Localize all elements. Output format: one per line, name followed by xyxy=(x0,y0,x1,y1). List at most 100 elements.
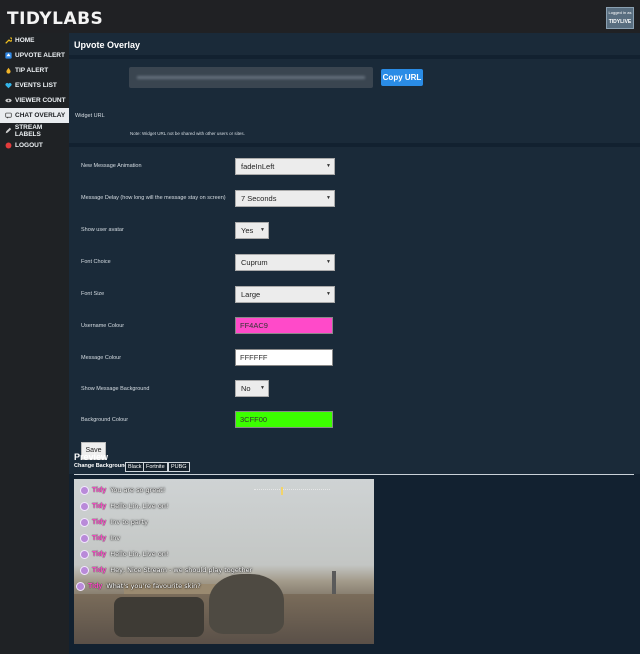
sidebar-item-label: CHAT OVERLAY xyxy=(15,112,66,119)
show-bg-select[interactable]: No ▼ xyxy=(235,380,269,397)
size-select[interactable]: Large ▼ xyxy=(235,286,335,303)
app-logo[interactable]: TIDYLABS xyxy=(7,9,103,29)
coin-icon xyxy=(6,67,11,74)
chat-message: Tidy Inv xyxy=(80,532,120,544)
pencil-icon xyxy=(5,127,12,134)
username-colour-label: Username Colour xyxy=(81,323,125,329)
avatar-select[interactable]: Yes ▼ xyxy=(235,222,269,239)
wrench-icon xyxy=(5,37,12,44)
message-colour-label: Message Colour xyxy=(81,355,122,361)
delay-label: Message Delay (how long will the message… xyxy=(81,195,226,201)
chat-message: Tidy Hey, Nice Stream - we should play t… xyxy=(80,564,252,576)
size-value: Large xyxy=(241,290,261,299)
avatar-label: Show user avatar xyxy=(81,227,124,233)
preview-title: Preview xyxy=(74,452,109,462)
sidebar-item-label: TIP ALERT xyxy=(15,67,49,74)
chat-username: Tidy xyxy=(92,486,107,494)
message-colour-input[interactable]: FFFFFF xyxy=(235,349,333,366)
chat-text: Inv to party xyxy=(110,518,148,526)
avatar xyxy=(80,549,89,559)
chat-message: Tidy You are so great! xyxy=(80,484,165,496)
animation-value: fadeInLeft xyxy=(241,162,275,171)
page-header: Upvote Overlay xyxy=(69,33,640,55)
chat-text: Inv xyxy=(110,534,121,542)
sidebar-item-label: HOME xyxy=(15,37,35,44)
chevron-down-icon: ▼ xyxy=(326,291,331,297)
chevron-down-icon: ▼ xyxy=(326,163,331,169)
upvote-icon xyxy=(5,52,12,59)
heart-icon xyxy=(5,82,12,89)
show-bg-label: Show Message Background xyxy=(81,386,150,392)
avatar xyxy=(80,565,89,575)
blurred-url xyxy=(137,76,365,79)
chevron-down-icon: ▼ xyxy=(326,259,331,265)
chat-username: Tidy xyxy=(92,502,107,510)
delay-value: 7 Seconds xyxy=(241,194,277,203)
sidebar-item-viewer-count[interactable]: VIEWER COUNT xyxy=(0,93,69,108)
sidebar-item-label: VIEWER COUNT xyxy=(15,97,66,104)
copy-url-button[interactable]: Copy URL xyxy=(381,69,423,86)
sidebar-item-label: LOGOUT xyxy=(15,142,43,149)
avatar xyxy=(80,517,89,527)
sidebar: HOME UPVOTE ALERT TIP ALERT EVENTS LIST … xyxy=(0,33,69,654)
widget-url-note: Note: Widget URL not be shared with othe… xyxy=(130,131,245,136)
avatar xyxy=(80,485,89,495)
bg-pubg-button[interactable]: PUBG xyxy=(168,462,190,472)
game-crate xyxy=(114,597,204,637)
chat-username: Tidy xyxy=(92,566,107,574)
sidebar-item-label: STREAM LABELS xyxy=(14,123,43,138)
chat-message: Tidy Inv to party xyxy=(80,516,148,528)
sidebar-item-events-list[interactable]: EVENTS LIST xyxy=(0,78,69,93)
sidebar-item-tip-alert[interactable]: TIP ALERT xyxy=(0,63,69,78)
chat-message: Tidy Hello Lin, Live on! xyxy=(80,548,169,560)
widget-url-panel: Widget URL Copy URL Note: Widget URL not… xyxy=(69,59,640,143)
chat-username: Tidy xyxy=(88,582,103,590)
sidebar-item-home[interactable]: HOME xyxy=(0,33,69,48)
chat-text: Hello Lin, Live on! xyxy=(110,550,169,558)
sidebar-item-label: UPVOTE ALERT xyxy=(15,52,65,59)
bg-black-button[interactable]: Black xyxy=(125,462,145,472)
show-bg-value: No xyxy=(241,384,251,393)
chevron-down-icon: ▼ xyxy=(260,385,265,391)
compass-marker xyxy=(281,487,283,495)
chat-username: Tidy xyxy=(92,534,107,542)
bg-fortnite-button[interactable]: Fortnite xyxy=(143,462,168,472)
bg-colour-label: Background Colour xyxy=(81,417,129,423)
chat-text: Hey, Nice Stream - we should play togeth… xyxy=(110,566,253,574)
font-label: Font Choice xyxy=(81,259,111,265)
preview-stage: Tidy You are so great! Tidy Hello Lin, L… xyxy=(74,479,374,644)
chat-message: Tidy Hello Lin, Live on! xyxy=(80,500,169,512)
chat-icon xyxy=(5,112,12,119)
chevron-down-icon: ▼ xyxy=(260,227,265,233)
sidebar-item-logout[interactable]: LOGOUT xyxy=(0,138,69,153)
delay-select[interactable]: 7 Seconds ▼ xyxy=(235,190,335,207)
avatar xyxy=(80,501,89,511)
page-title: Upvote Overlay xyxy=(74,40,141,50)
chat-message: Tidy What's you're favourite skin? xyxy=(76,580,201,592)
avatar xyxy=(80,533,89,543)
sidebar-item-stream-labels[interactable]: STREAM LABELS xyxy=(0,123,69,138)
main-content: Upvote Overlay Widget URL Copy URL Note:… xyxy=(69,33,640,654)
widget-url-label: Widget URL xyxy=(75,113,105,119)
size-label: Font Size xyxy=(81,291,105,297)
game-helmet xyxy=(209,574,284,634)
user-badge[interactable]: Logged in as TIDYLIVE xyxy=(606,7,634,29)
chat-username: Tidy xyxy=(92,550,107,558)
preview-divider xyxy=(74,474,634,475)
sidebar-item-chat-overlay[interactable]: CHAT OVERLAY xyxy=(0,108,69,123)
username-colour-input[interactable]: FF4AC9 xyxy=(235,317,333,334)
bg-colour-input[interactable]: 3CFF00 xyxy=(235,411,333,428)
font-value: Cuprum xyxy=(241,258,268,267)
animation-select[interactable]: fadeInLeft ▼ xyxy=(235,158,335,175)
avatar-value: Yes xyxy=(241,226,254,235)
sidebar-item-upvote-alert[interactable]: UPVOTE ALERT xyxy=(0,48,69,63)
logged-in-label: Logged in as xyxy=(608,10,632,15)
avatar xyxy=(76,581,85,591)
chat-text: You are so great! xyxy=(110,486,166,494)
font-select[interactable]: Cuprum ▼ xyxy=(235,254,335,271)
change-background-label: Change Background: xyxy=(74,463,130,469)
username: TIDYLIVE xyxy=(608,19,632,25)
settings-panel: New Message Animation fadeInLeft ▼ Messag… xyxy=(69,147,640,474)
widget-url-field[interactable] xyxy=(129,67,373,88)
chat-text: Hello Lin, Live on! xyxy=(110,502,169,510)
